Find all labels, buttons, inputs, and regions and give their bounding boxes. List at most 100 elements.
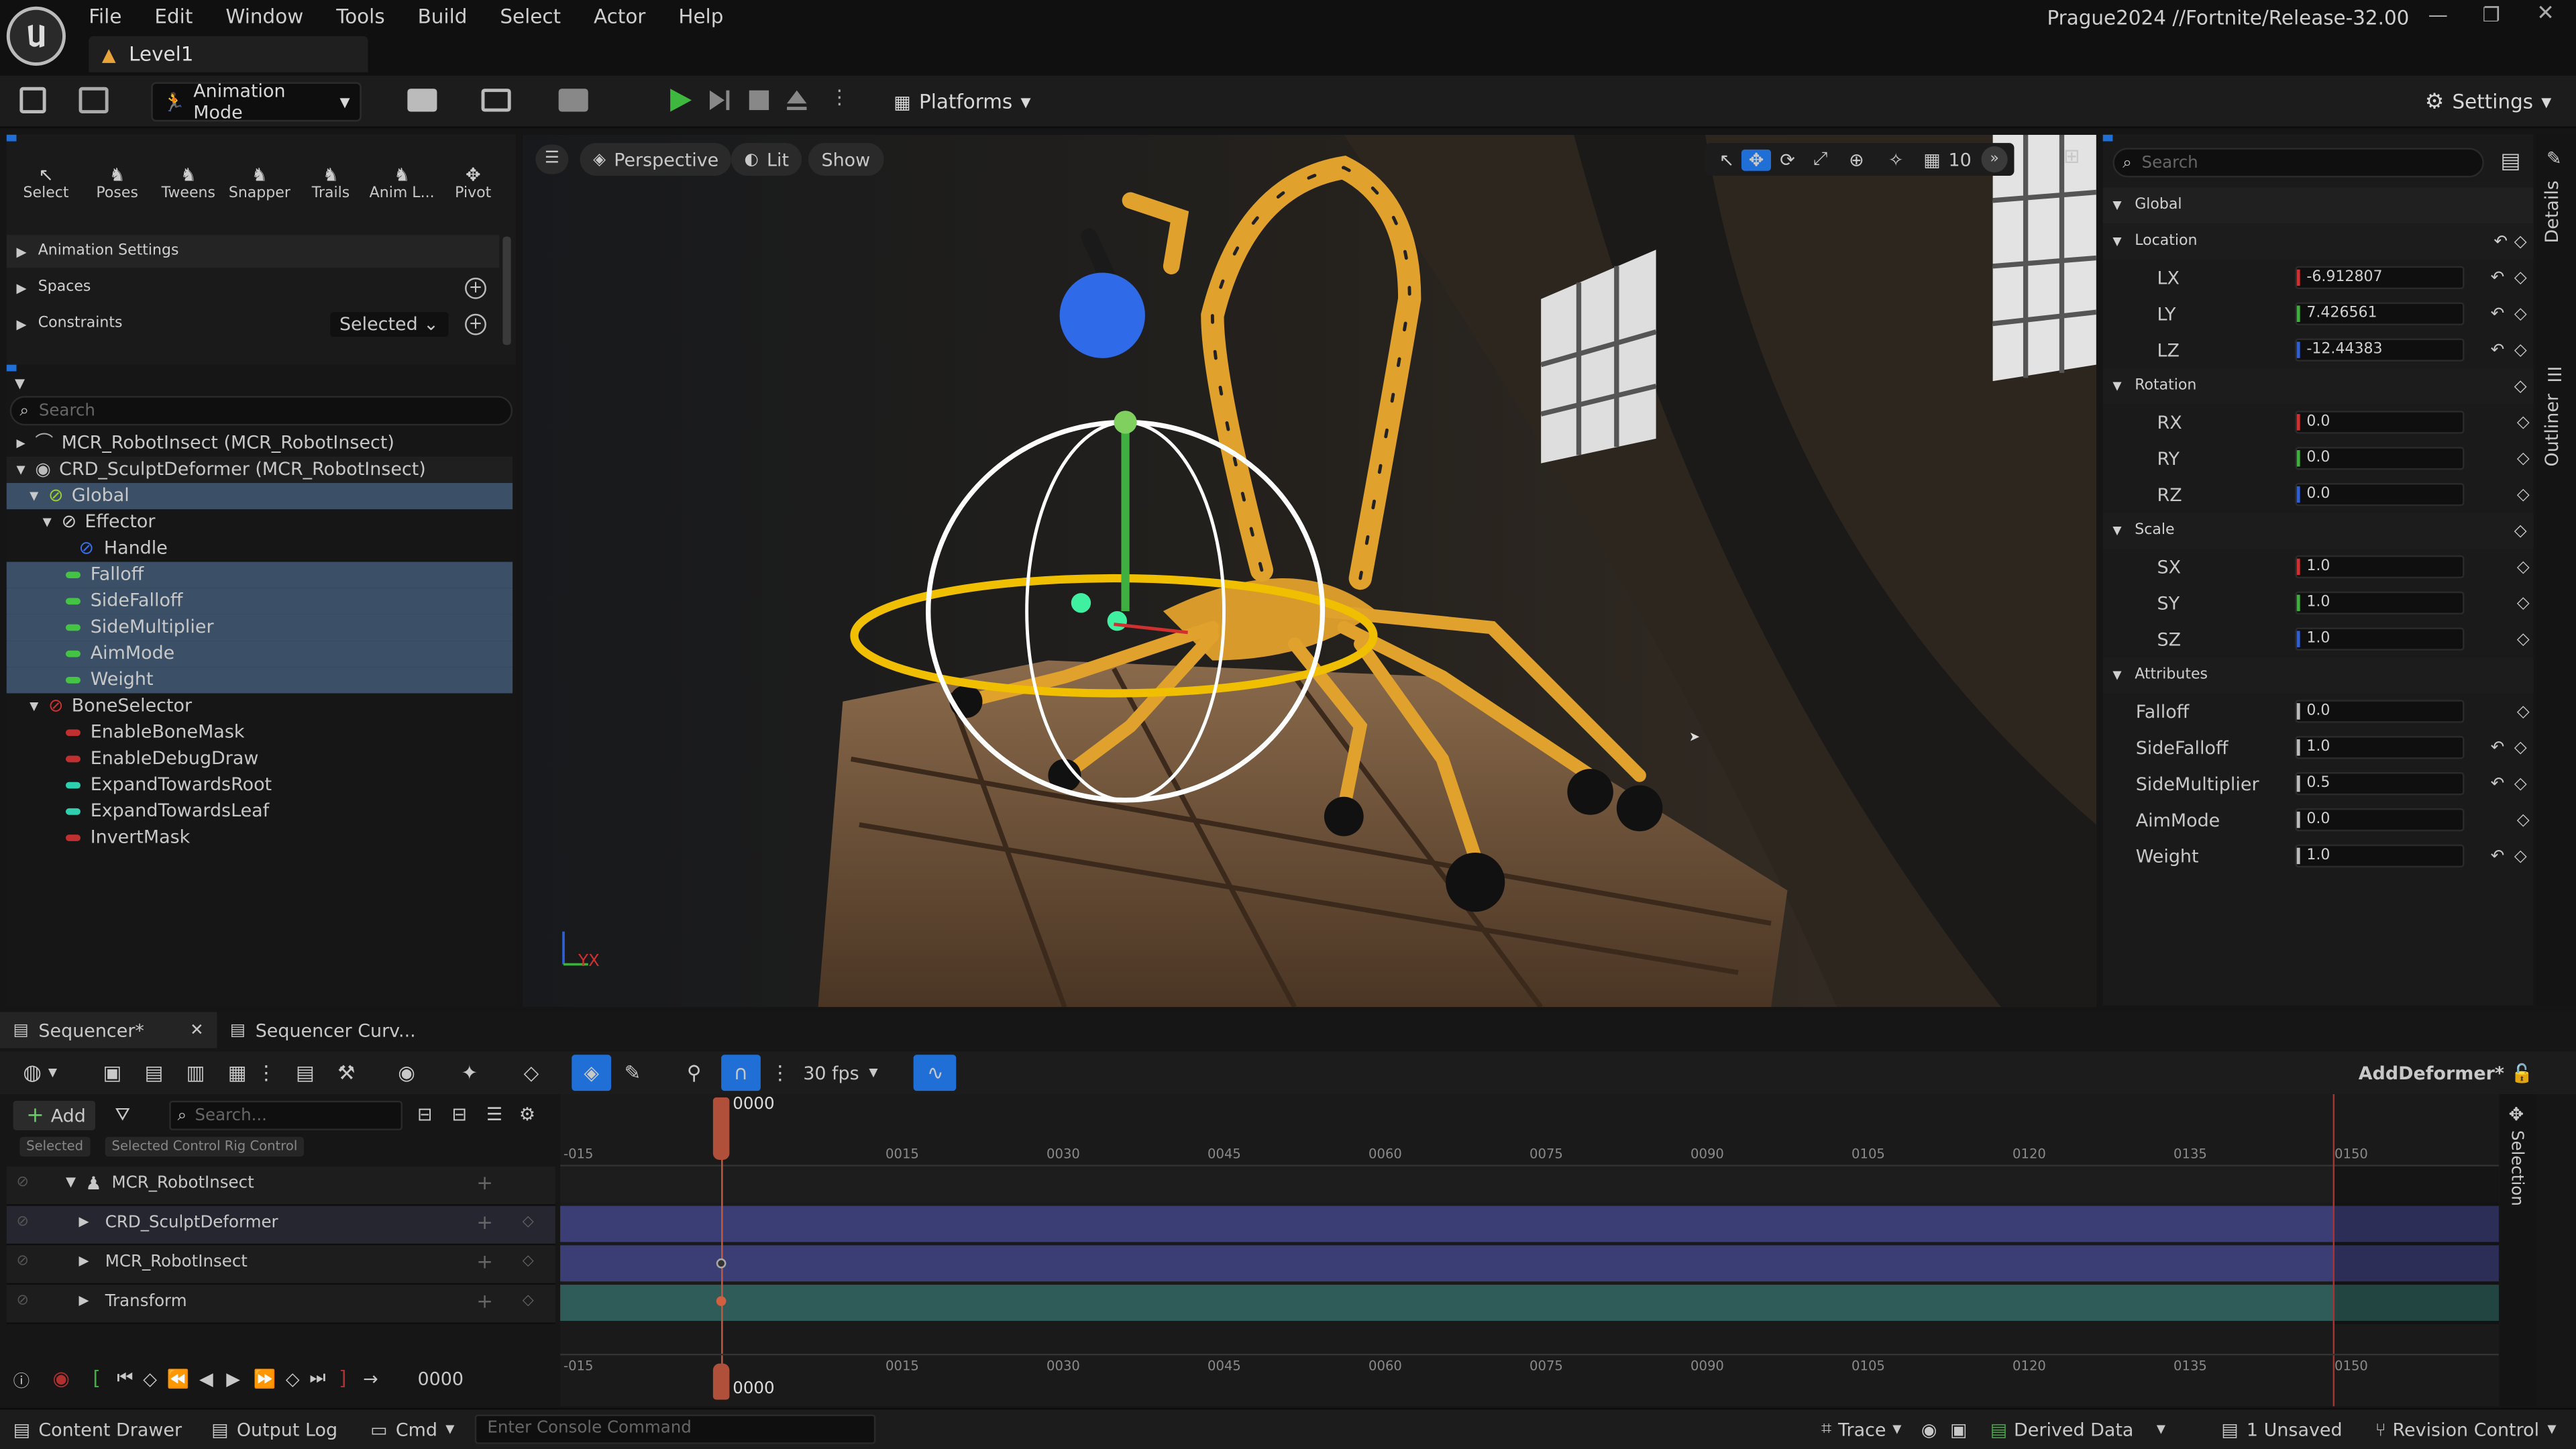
tree-item[interactable]: ExpandTowardsLeaf (7, 798, 513, 824)
save-icon[interactable] (19, 87, 46, 113)
lz-field[interactable]: -12.44383 (2295, 338, 2465, 362)
add-actor-icon[interactable] (407, 89, 437, 112)
cmd-dropdown[interactable]: Cmd (396, 1419, 437, 1440)
track-search-input[interactable]: ⌕ Search... (169, 1100, 403, 1130)
console-command-input[interactable]: Enter Console Command (474, 1414, 875, 1444)
selection-side-tab[interactable]: Selection (2507, 1130, 2525, 1212)
spaces-section[interactable]: ▶ Spaces + (7, 271, 500, 304)
grid-snap-value[interactable]: 10 (1949, 149, 1972, 170)
keyframe-icon[interactable]: ◇ (2514, 847, 2527, 865)
reset-icon[interactable]: ↶ (2491, 775, 2505, 793)
sidefalloff-field[interactable]: 1.0 (2295, 736, 2465, 759)
collapse-all-icon[interactable]: ⊟ (417, 1104, 433, 1126)
animation-settings-section[interactable]: ▶ Animation Settings (6, 235, 500, 268)
viewport-menu-icon[interactable]: ☰ (535, 144, 569, 174)
rig-search-input[interactable]: ⌕ Search (9, 396, 513, 426)
play-reverse-button[interactable]: ◀ (199, 1368, 213, 1389)
chevron-down-icon[interactable]: ▼ (2547, 1423, 2556, 1436)
close-window-icon[interactable]: ✕ (2536, 1, 2555, 26)
find-asset-icon[interactable]: ▤ (145, 1061, 164, 1084)
keyframe-icon[interactable]: ◇ (2517, 630, 2530, 648)
menu-help[interactable]: Help (662, 0, 740, 33)
grid-snap-icon[interactable]: ▦ (1916, 149, 1949, 170)
derived-data-dropdown[interactable]: Derived Data (2014, 1419, 2133, 1440)
tree-item-selected[interactable]: SideMultiplier (6, 614, 513, 641)
add-constraint-button[interactable]: + (465, 313, 486, 335)
set-end-button[interactable]: ] (339, 1367, 346, 1390)
filter-icon[interactable]: ⛛ (115, 1104, 130, 1127)
collapse-arrow-icon[interactable]: ▼ (66, 1175, 76, 1189)
revision-control-dropdown[interactable]: Revision Control (2393, 1419, 2540, 1440)
reset-icon[interactable]: ↶ (2491, 305, 2505, 323)
constraints-section[interactable]: ▶ Constraints Selected ⌄ + (7, 307, 500, 340)
content-browse-icon[interactable] (78, 87, 109, 113)
keyframe-icon[interactable]: ◇ (523, 1293, 534, 1309)
lx-field[interactable]: -6.912807 (2295, 266, 2465, 290)
tool-tweens[interactable]: ♞ Tweens (156, 164, 221, 202)
panel-scrollbar[interactable] (502, 236, 511, 345)
location-section[interactable]: ▼ Location ↶ ◇ (2102, 223, 2534, 260)
coordinate-space-icon[interactable]: ⊕ (1837, 149, 1876, 170)
reset-icon[interactable]: ↶ (2491, 847, 2505, 865)
outliner-side-tab[interactable]: Outliner (2542, 394, 2563, 467)
scale-icon[interactable]: ⤢ (1804, 148, 1837, 170)
details-side-tab[interactable]: Details (2542, 177, 2563, 243)
menu-file[interactable]: File (72, 0, 138, 33)
add-subtrack-icon[interactable]: + (476, 1171, 493, 1194)
chevron-down-icon[interactable]: ▼ (445, 1423, 454, 1436)
eject-button[interactable] (786, 89, 808, 111)
tree-item[interactable]: ▼ ◉ CRD_SculptDeformer (MCR_RobotInsect) (6, 456, 513, 484)
tree-item[interactable]: EnableDebugDraw (7, 746, 513, 772)
reset-icon[interactable]: ↶ (2491, 739, 2505, 757)
tool-select[interactable]: ↖ Select (13, 164, 79, 202)
select-arrow-icon[interactable]: ↖ (1712, 149, 1741, 170)
tree-item-selected[interactable]: Weight (6, 667, 513, 694)
time-ruler-top[interactable]: -015 0015 0030 0045 0060 0075 0090 0105 … (560, 1144, 2499, 1167)
tree-item[interactable]: ExpandTowardsRoot (7, 772, 513, 798)
snap-options-icon[interactable]: ⋮ (770, 1061, 790, 1084)
rotation-section[interactable]: ▼ Rotation ◇ (2102, 368, 2534, 405)
keyframe-icon[interactable]: ◇ (2514, 377, 2527, 395)
track-row[interactable]: ⊘ ▶ MCR_RobotInsect + ◇ (6, 1245, 555, 1285)
key-tools-icon[interactable]: ⚒ (337, 1061, 355, 1084)
loop-button[interactable]: → (363, 1368, 378, 1389)
ry-field[interactable]: 0.0 (2295, 447, 2465, 470)
tool-anim-layers[interactable]: ♞ Anim L... (369, 164, 435, 202)
tree-item-selected[interactable]: AimMode (6, 641, 513, 667)
timeline-track-deformer[interactable] (560, 1205, 2499, 1242)
tree-item[interactable]: ▶ ⌒ MCR_RobotInsect (MCR_RobotInsect) (7, 431, 513, 457)
attributes-section[interactable]: ▼ Attributes (2102, 657, 2534, 694)
constraints-dropdown[interactable]: Selected ⌄ (329, 311, 449, 336)
keyframe-icon[interactable]: ◇ (2514, 341, 2527, 359)
platforms-dropdown[interactable]: ▦ Platforms ▼ (884, 82, 1041, 121)
edit-mode-icon[interactable]: ✎ (625, 1061, 641, 1084)
keyframe-icon[interactable]: ◇ (2514, 305, 2527, 323)
expand-all-icon[interactable]: ⊟ (451, 1104, 467, 1126)
output-log-button[interactable]: Output Log (237, 1419, 337, 1440)
chevron-down-icon[interactable]: ▼ (48, 1066, 57, 1079)
menu-tools[interactable]: Tools (320, 0, 401, 33)
sequencer-tab[interactable]: ▤ Sequencer* ✕ (0, 1012, 217, 1049)
unreal-logo-icon[interactable] (6, 6, 66, 66)
settings-gear-icon[interactable]: ⚙ (519, 1104, 535, 1126)
mode-dropdown[interactable]: 🏃 Animation Mode ▼ (151, 80, 362, 123)
tree-item[interactable]: ▼ ⊘ BoneSelector (7, 693, 513, 719)
timeline-track-transform[interactable] (560, 1285, 2499, 1321)
filter-chip-control[interactable]: Selected Control Rig Control (105, 1136, 305, 1157)
pencil-icon[interactable]: ✎ (2546, 148, 2562, 169)
record-button[interactable]: ◉ (52, 1367, 70, 1390)
chevron-down-icon[interactable]: ▼ (869, 1066, 877, 1079)
play-button[interactable] (667, 87, 693, 113)
stop-button[interactable] (749, 90, 769, 111)
jump-start-button[interactable]: ⏮ (117, 1367, 133, 1390)
keyframe-icon[interactable]: ◇ (2514, 268, 2527, 286)
details-search-input[interactable]: ⌕ Search (2112, 148, 2484, 178)
track-row[interactable]: ⊘ ▼ ♟ MCR_RobotInsect + (6, 1166, 555, 1206)
info-icon[interactable]: ⓘ (13, 1366, 30, 1391)
add-space-button[interactable]: + (465, 276, 486, 299)
keyframe-icon[interactable]: ◇ (523, 1254, 534, 1270)
keyframe-icon[interactable]: ◇ (2517, 449, 2530, 468)
transform-icon[interactable]: ✥ (2509, 1104, 2524, 1126)
lock-icon[interactable]: 🔓 (2511, 1062, 2534, 1083)
camera-cut-icon[interactable]: ▦ (228, 1061, 247, 1084)
